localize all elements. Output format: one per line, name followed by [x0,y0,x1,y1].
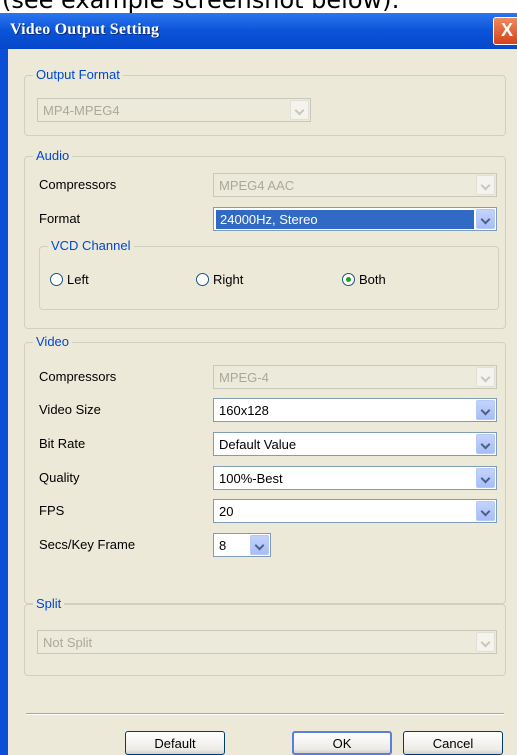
radio-right[interactable]: Right [196,271,316,289]
secs-key-frame-label: Secs/Key Frame [39,537,136,552]
audio-compressors-value: MPEG4 AAC [219,178,295,193]
audio-compressors-select[interactable]: MPEG4 AAC [213,173,497,197]
fps-select[interactable]: 20 [213,499,497,523]
split-value: Not Split [43,635,93,650]
bit-rate-label: Bit Rate [39,436,86,451]
secs-key-frame-select[interactable]: 8 [213,533,271,557]
chevron-down-icon[interactable] [476,501,495,521]
video-compressors-label: Compressors [39,369,117,384]
quality-label: Quality [39,470,80,485]
split-select[interactable]: Not Split [37,630,497,654]
output-format-value: MP4-MPEG4 [43,103,120,118]
video-size-value: 160x128 [219,403,269,418]
default-button[interactable]: Default [125,731,225,755]
button-separator [26,713,504,715]
radio-both-label: Both [359,272,386,287]
bit-rate-select[interactable]: Default Value [213,432,497,456]
close-icon[interactable]: X [493,17,517,45]
cancel-button[interactable]: Cancel [403,731,503,755]
fps-value: 20 [219,504,234,519]
video-compressors-value: MPEG-4 [219,370,269,385]
radio-left-button[interactable] [50,273,63,286]
split-group: Split Not Split [24,596,506,676]
output-format-group: Output Format MP4-MPEG4 [24,67,506,136]
dialog-window: Video Output Setting X Output Format MP4… [0,13,517,755]
chevron-down-icon[interactable] [476,400,495,420]
output-format-legend: Output Format [33,67,123,82]
title-bar[interactable]: Video Output Setting X [0,13,517,49]
audio-format-select[interactable]: 24000Hz, Stereo [213,207,497,231]
audio-format-label: Format [39,211,81,226]
radio-right-button[interactable] [196,273,209,286]
radio-right-label: Right [213,272,244,287]
video-legend: Video [33,334,73,349]
secs-key-frame-value: 8 [219,538,227,553]
radio-both[interactable]: Both [342,271,462,289]
video-size-label: Video Size [39,402,101,417]
vcd-channel-legend: VCD Channel [48,238,134,253]
radio-both-button[interactable] [342,273,355,286]
radio-left[interactable]: Left [50,271,170,289]
radio-left-label: Left [67,272,89,287]
video-size-select[interactable]: 160x128 [213,398,497,422]
chevron-down-icon[interactable] [476,175,495,195]
chevron-down-icon[interactable] [476,468,495,488]
chevron-down-icon[interactable] [250,535,269,555]
bit-rate-value: Default Value [219,437,297,452]
chevron-down-icon[interactable] [476,434,495,454]
video-compressors-select[interactable]: MPEG-4 [213,365,497,389]
quality-select[interactable]: 100%-Best [213,466,497,490]
audio-format-value: 24000Hz, Stereo [216,210,474,229]
video-group: Video Compressors MPEG-4 Video Size 160x… [24,334,506,604]
audio-legend: Audio [33,148,73,163]
caption-text: (see example screenshot below): [2,0,400,14]
window-title: Video Output Setting [10,21,160,38]
split-legend: Split [33,596,65,611]
ok-button[interactable]: OK [292,731,392,755]
chevron-down-icon[interactable] [476,367,495,387]
quality-value: 100%-Best [219,471,283,486]
vcd-channel-group: VCD Channel Left Right Both [39,238,499,310]
audio-group: Audio Compressors MPEG4 AAC Format 24000… [24,148,506,329]
dialog-client: Output Format MP4-MPEG4 Audio Compressor… [8,49,517,755]
chevron-down-icon[interactable] [476,632,495,652]
chevron-down-icon[interactable] [476,209,495,229]
audio-compressors-label: Compressors [39,177,117,192]
chevron-down-icon[interactable] [290,100,309,120]
fps-label: FPS [39,503,65,518]
output-format-select[interactable]: MP4-MPEG4 [37,98,311,122]
